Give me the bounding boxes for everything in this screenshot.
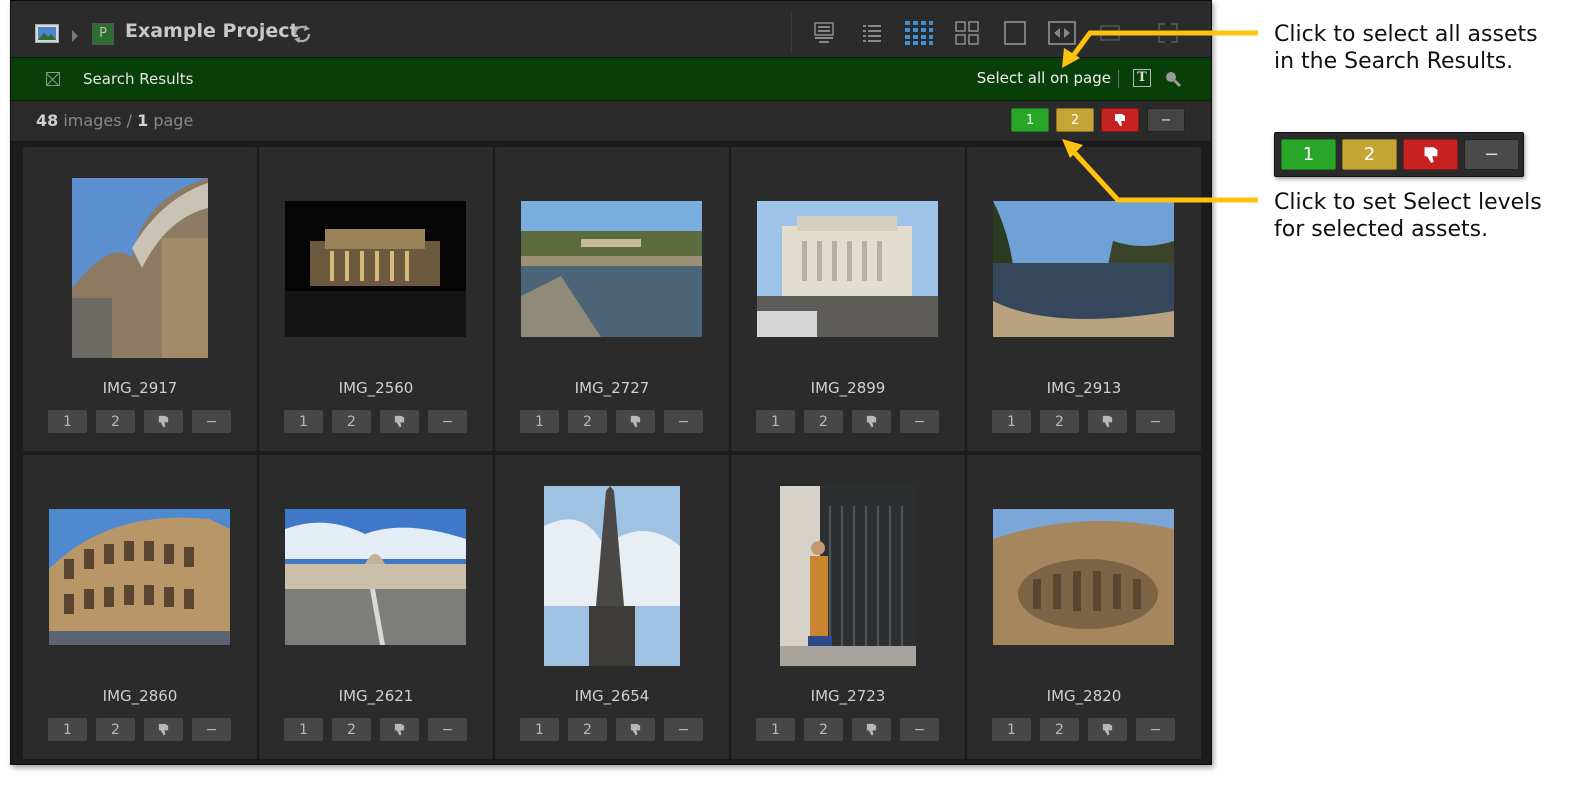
callout-arrows <box>1062 30 1258 203</box>
select-all-annotation: Click to select all assets in the Search… <box>1274 22 1538 74</box>
legend-reject <box>1403 139 1458 170</box>
select-levels-annotation: Click to set Select levels for selected … <box>1274 190 1542 242</box>
select-levels-callout-arrow <box>1070 148 1258 203</box>
legend-level-2: 2 <box>1342 139 1397 170</box>
legend-level-1: 1 <box>1281 139 1336 170</box>
thumbs-down-icon <box>1424 146 1437 163</box>
select-level-legend: 1 2 − <box>1274 132 1524 177</box>
select-all-callout-arrow <box>1067 30 1258 62</box>
legend-clear: − <box>1464 139 1519 170</box>
